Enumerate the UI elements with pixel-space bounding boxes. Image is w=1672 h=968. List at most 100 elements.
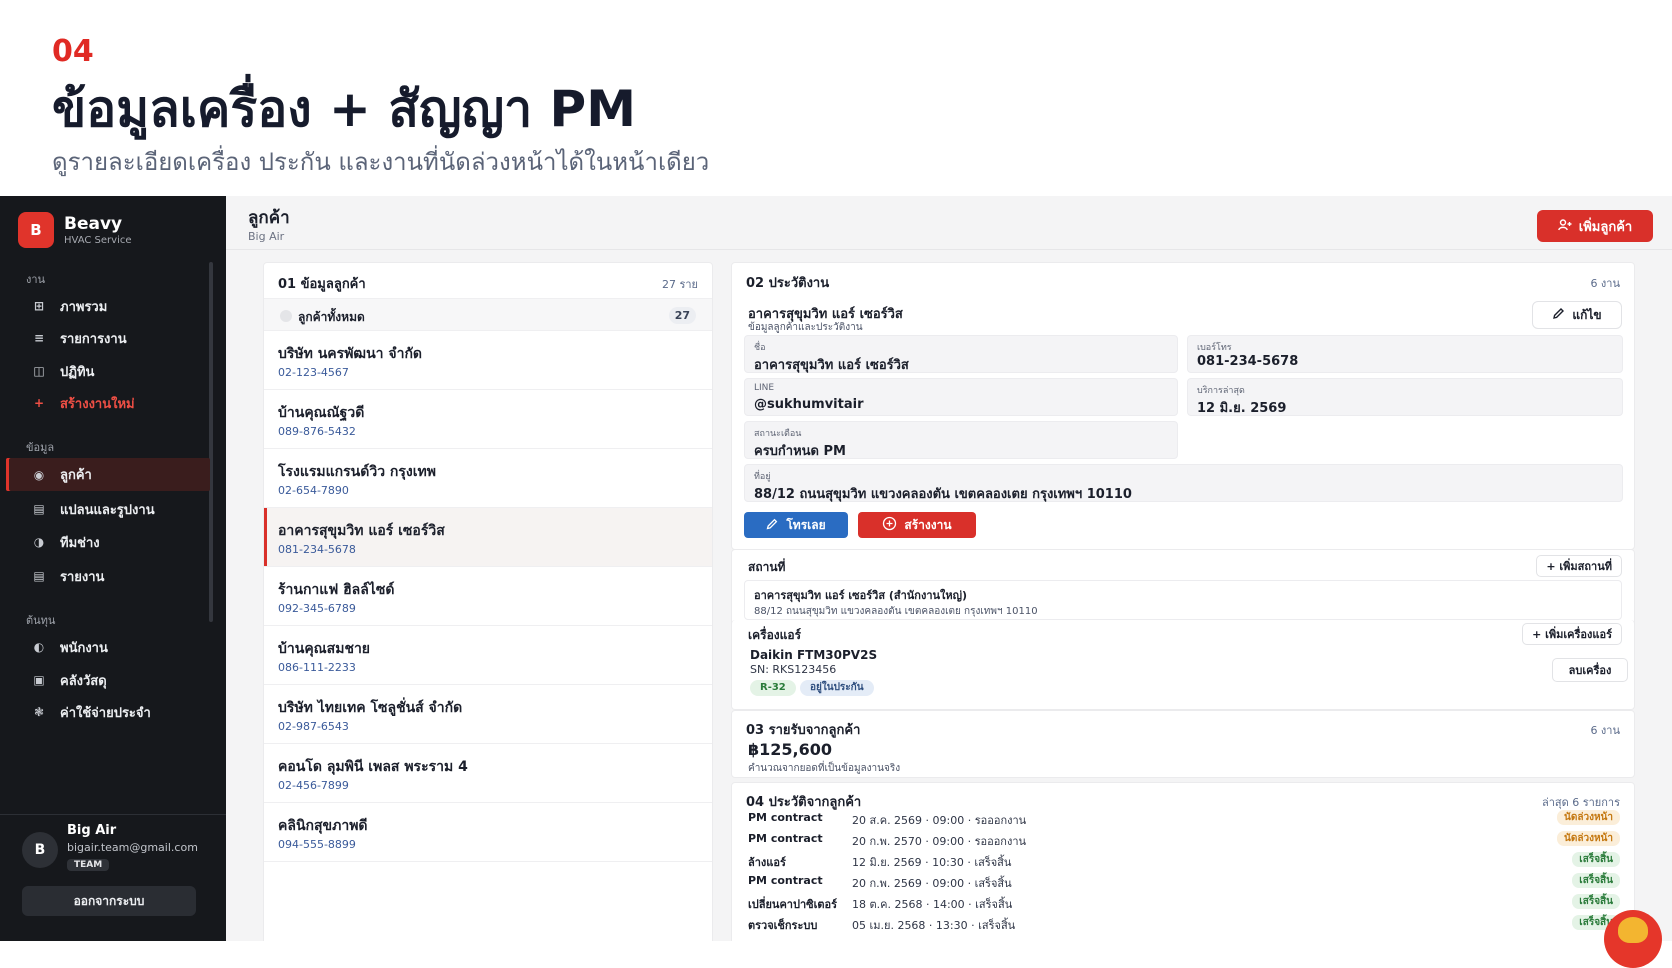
filter-dot-icon — [280, 310, 292, 322]
list-item[interactable]: บริษัท นครพัฒนา จำกัด 02-123-4567 — [264, 331, 712, 390]
sidebar-item-blueprints[interactable]: ▤ แปลนและรูปงาน — [6, 493, 210, 525]
customer-phone: 02-456-7899 — [278, 779, 349, 792]
address-field-label: ที่อยู่ — [754, 472, 771, 482]
remove-aircon-button[interactable]: ลบเครื่อง — [1552, 658, 1628, 682]
history-type: ล้างแอร์ — [748, 856, 786, 869]
table-row[interactable]: ล้างแอร์ 12 มิ.ย. 2569 · 10:30 · เสร็จสิ้… — [748, 850, 1620, 870]
aircon-model: Daikin FTM30PV2S — [750, 648, 878, 662]
refrigerant-badge: R-32 — [750, 680, 796, 696]
filter-count-badge: 27 — [668, 307, 696, 324]
location-item[interactable]: อาคารสุขุมวิท แอร์ เซอร์วิส (สำนักงานใหญ… — [744, 580, 1622, 620]
user-name: Big Air — [67, 823, 117, 838]
status-badge: เสร็จสิ้น — [1572, 894, 1620, 909]
detail-title: 02 ประวัติงาน — [746, 276, 830, 291]
customer-phone: 086-111-2233 — [278, 661, 356, 674]
warehouse-icon: ▣ — [33, 673, 45, 687]
history-datetime: 18 ต.ค. 2568 · 14:00 · เสร็จสิ้น — [852, 898, 1013, 911]
phone-icon — [766, 518, 779, 533]
history-datetime: 20 ก.พ. 2570 · 09:00 · รอออกงาน — [852, 835, 1027, 848]
sidebar-item-overview[interactable]: ⊞ ภาพรวม — [6, 290, 210, 322]
list-item[interactable]: บริษัท ไทยเทค โซลูชั่นส์ จำกัด 02-987-654… — [264, 685, 712, 744]
history-type: PM contract — [748, 874, 823, 887]
sidebar-item-label: รายงาน — [60, 569, 105, 585]
list-item[interactable]: บ้านคุณสมชาย 086-111-2233 — [264, 626, 712, 685]
income-title: 03 รายรับจากลูกค้า — [746, 723, 861, 738]
table-row[interactable]: PM contract 20 ก.พ. 2570 · 09:00 · รอออกง… — [748, 829, 1620, 849]
customer-phone: 02-123-4567 — [278, 366, 349, 379]
add-location-button[interactable]: + เพิ่มสถานที่ — [1536, 555, 1622, 577]
sidebar-item-staff[interactable]: ◐ พนักงาน — [6, 631, 210, 663]
filter-label: ลูกค้าทั้งหมด — [298, 310, 365, 324]
page-subtitle: Big Air — [248, 230, 285, 243]
table-row[interactable]: ตรวจเช็กระบบ 05 เม.ย. 2568 · 13:30 · เสร็… — [748, 913, 1620, 933]
avatar[interactable]: B — [22, 832, 58, 868]
sidebar: B Beavy HVAC Service งาน ⊞ ภาพรวม ≡ รายก… — [0, 196, 226, 941]
aircon-serial: SN: RKS123456 — [750, 663, 837, 676]
status-badge: นัดล่วงหน้า — [1557, 831, 1620, 846]
calendar-icon: ◫ — [33, 364, 45, 378]
table-row[interactable]: เปลี่ยนคาปาซิเตอร์ 18 ต.ค. 2568 · 14:00 ·… — [748, 892, 1620, 912]
address-field: ที่อยู่ 88/12 ถนนสุขุมวิท แขวงคลองตัน เข… — [744, 464, 1623, 502]
income-total: ฿125,600 — [748, 740, 833, 759]
eye-icon: ◉ — [33, 467, 45, 482]
last-service-field: บริการล่าสุด 12 มิ.ย. 2569 — [1187, 378, 1623, 416]
list-item[interactable]: บ้านคุณณัฐวดี 089-876-5432 — [264, 390, 712, 449]
filter-all-customers[interactable]: ลูกค้าทั้งหมด 27 — [264, 299, 712, 331]
line-field: LINE @sukhumvitair — [744, 378, 1178, 416]
list-item[interactable]: คอนโด ลุมพินี เพลส พระราม 4 02-456-7899 — [264, 744, 712, 803]
list-item[interactable]: อาคารสุขุมวิท แอร์ เซอร์วิส 081-234-5678 — [264, 508, 712, 567]
sidebar-item-warehouse[interactable]: ▣ คลังวัสดุ — [6, 664, 210, 696]
table-row[interactable]: PM contract 20 ส.ค. 2569 · 09:00 · รอออกง… — [748, 808, 1620, 828]
sidebar-item-label: สร้างงานใหม่ — [60, 396, 135, 412]
sidebar-item-label: คลังวัสดุ — [60, 673, 107, 689]
line-field-value: @sukhumvitair — [754, 397, 864, 412]
sidebar-item-new-job[interactable]: + สร้างงานใหม่ — [6, 387, 210, 419]
alert-status-value: ครบกำหนด PM — [754, 444, 846, 459]
list-item[interactable]: ร้านกาแฟ ฮิลล์ไซด์ 092-345-6789 — [264, 567, 712, 626]
logout-button[interactable]: ออกจากระบบ — [22, 886, 196, 916]
phone-field-label: เบอร์โทร — [1197, 343, 1232, 353]
sidebar-item-team[interactable]: ◑ ทีมช่าง — [6, 526, 210, 558]
sidebar-item-label: ลูกค้า — [60, 468, 92, 483]
customer-name: บริษัท ไทยเทค โซลูชั่นส์ จำกัด — [278, 700, 463, 716]
customer-list-title: 01 ข้อมูลลูกค้า — [278, 277, 366, 292]
sidebar-item-label: รายการงาน — [60, 331, 127, 347]
customer-phone: 089-876-5432 — [278, 425, 356, 438]
list-item[interactable]: โรงแรมแกรนด์วิว กรุงเทพ 02-654-7890 — [264, 449, 712, 508]
call-button[interactable]: โทรเลย — [744, 512, 848, 538]
brand-logo: B — [18, 212, 54, 248]
customer-name: บ้านคุณณัฐวดี — [278, 405, 365, 421]
page-title: ลูกค้า — [248, 208, 290, 228]
sidebar-item-calendar[interactable]: ◫ ปฏิทิน — [6, 355, 210, 387]
customer-name: บริษัท นครพัฒนา จำกัด — [278, 346, 423, 362]
sidebar-item-customers[interactable]: ◉ ลูกค้า — [6, 458, 210, 491]
plus-icon: + — [33, 396, 45, 410]
table-row[interactable]: PM contract 20 ก.พ. 2569 · 09:00 · เสร็จส… — [748, 871, 1620, 891]
location-name: อาคารสุขุมวิท แอร์ เซอร์วิส (สำนักงานใหญ… — [754, 589, 968, 602]
create-job-button[interactable]: สร้างงาน — [858, 512, 976, 538]
aircon-title: เครื่องแอร์ — [748, 628, 802, 642]
hero-header: 04 ข้อมูลเครื่อง + สัญญา PM ดูรายละเอียด… — [0, 0, 1672, 196]
customer-phone: 094-555-8899 — [278, 838, 356, 851]
status-badge: เสร็จสิ้น — [1572, 873, 1620, 888]
location-address: 88/12 ถนนสุขุมวิท แขวงคลองตัน เขตคลองเตย… — [754, 606, 1038, 617]
last-service-value: 12 มิ.ย. 2569 — [1197, 401, 1287, 416]
add-aircon-button[interactable]: + เพิ่มเครื่องแอร์ — [1522, 623, 1622, 645]
list-item[interactable]: คลินิกสุขภาพดี 094-555-8899 — [264, 803, 712, 862]
sidebar-item-expenses[interactable]: ❃ ค่าใช้จ่ายประจำ — [6, 696, 210, 728]
user-email: bigair.team@gmail.com — [67, 841, 198, 854]
locations-title: สถานที่ — [748, 560, 786, 574]
aircon-item: Daikin FTM30PV2S SN: RKS123456 R-32 อยู่… — [744, 648, 1628, 698]
name-field-value: อาคารสุขุมวิท แอร์ เซอร์วิส — [754, 358, 909, 373]
pencil-icon — [1552, 307, 1565, 323]
sidebar-item-reports[interactable]: ▤ รายงาน — [6, 560, 210, 592]
customer-phone: 02-987-6543 — [278, 720, 349, 733]
edit-button[interactable]: แก้ไข — [1532, 301, 1622, 329]
history-type: ตรวจเช็กระบบ — [748, 919, 818, 932]
beaver-mascot-icon — [1618, 917, 1648, 943]
phone-field: เบอร์โทร 081-234-5678 — [1187, 335, 1623, 373]
hero-title: ข้อมูลเครื่อง + สัญญา PM — [52, 80, 636, 138]
sidebar-item-jobs[interactable]: ≡ รายการงาน — [6, 322, 210, 354]
add-customer-button[interactable]: เพิ่มลูกค้า — [1537, 210, 1653, 242]
brand[interactable]: B Beavy HVAC Service — [18, 212, 132, 248]
